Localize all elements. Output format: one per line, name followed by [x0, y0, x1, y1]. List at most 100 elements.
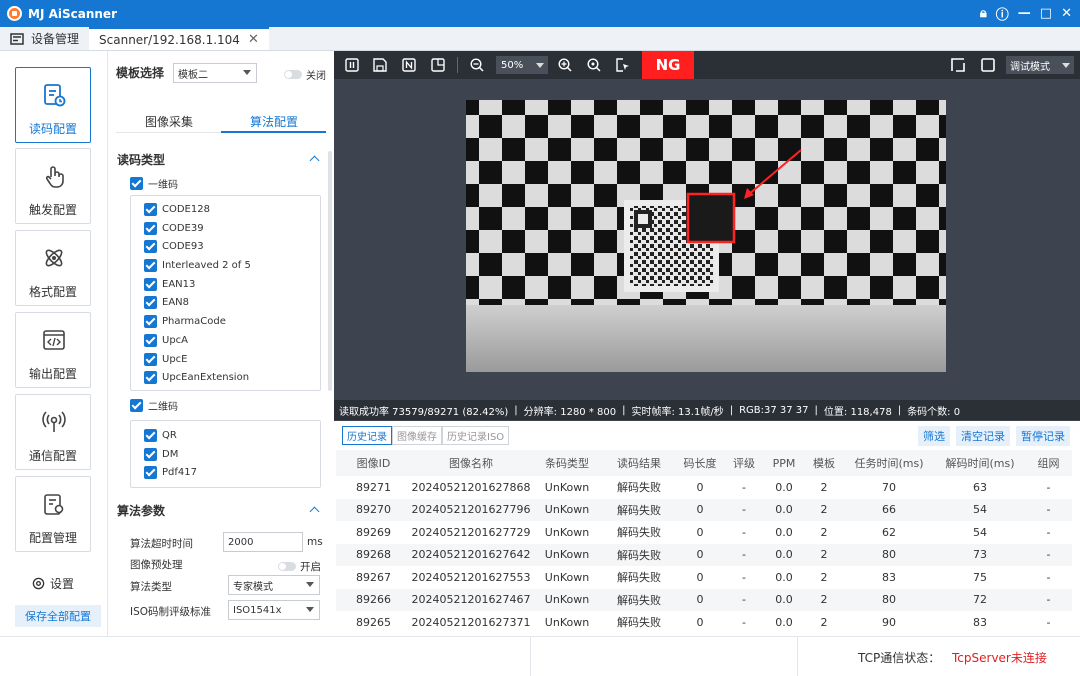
column-header[interactable]: 图像ID: [336, 450, 411, 476]
table-cell: 20240521201627796: [411, 498, 531, 521]
column-header[interactable]: 组网: [1025, 450, 1072, 476]
filter-button[interactable]: 筛选: [918, 426, 950, 446]
table-row[interactable]: 89271 20240521201627868 UnKown 解码失败 0 - 0.0 2 70…: [336, 476, 1072, 499]
tab-scanner[interactable]: Scanner/192.168.1.104 ✕: [89, 27, 269, 50]
table-row[interactable]: 89268 20240521201627642 UnKown 解码失败 0-0.0 2 80…: [336, 543, 1072, 566]
table-cell: 0.0: [775, 570, 793, 584]
iso-select[interactable]: ISO1541x: [228, 600, 320, 620]
column-header[interactable]: 条码类型: [531, 450, 603, 476]
window-icon[interactable]: [981, 58, 995, 72]
code-checkbox[interactable]: QR: [144, 429, 177, 442]
crop-icon[interactable]: [431, 58, 445, 72]
toggle-switch[interactable]: [284, 70, 302, 79]
code-checkbox[interactable]: DM: [144, 448, 178, 461]
code-checkbox[interactable]: Interleaved 2 of 5: [144, 259, 251, 272]
zoom-select[interactable]: 50%: [496, 56, 548, 74]
code-checkbox[interactable]: UpcEanExtension: [144, 371, 249, 384]
checkbox-icon[interactable]: [130, 399, 143, 412]
close-tab-icon[interactable]: ✕: [248, 32, 259, 47]
code-checkbox[interactable]: EAN8: [144, 296, 189, 309]
code-checkbox[interactable]: EAN13: [144, 278, 195, 291]
table-row[interactable]: 89266 20240521201627467 UnKown 解码失败 0-0.0 2 80…: [336, 588, 1072, 611]
code-checkbox[interactable]: CODE39: [144, 222, 204, 235]
template-toggle[interactable]: 关闭: [284, 67, 326, 82]
nav-comm-config[interactable]: 通信配置: [15, 394, 91, 470]
toggle-switch[interactable]: [278, 562, 296, 571]
table-row[interactable]: 89270 20240521201627796 UnKown 解码失败 0-0.0 2 66…: [336, 498, 1072, 521]
nav-trigger-config[interactable]: 触发配置: [15, 148, 91, 224]
checkbox-icon[interactable]: [144, 240, 157, 253]
column-header[interactable]: PPM: [763, 450, 805, 476]
algo-type-select[interactable]: 专家模式: [228, 575, 320, 595]
capture-icon[interactable]: [402, 58, 416, 72]
code-checkbox[interactable]: CODE128: [144, 203, 210, 216]
twod-checkbox[interactable]: 二维码: [130, 398, 178, 413]
mode-select[interactable]: 调试模式: [1006, 56, 1074, 74]
table-row[interactable]: 89267 20240521201627553 UnKown 解码失败 0 - 0.0 2 83…: [336, 566, 1072, 589]
column-header[interactable]: 评级: [725, 450, 763, 476]
collapse-icon[interactable]: [309, 155, 320, 166]
tab-history-iso[interactable]: 历史记录ISO: [442, 426, 510, 445]
column-header[interactable]: 模板: [805, 450, 843, 476]
template-select[interactable]: 模板二: [173, 63, 257, 83]
checkbox-icon[interactable]: [144, 371, 157, 384]
nav-output-config[interactable]: 输出配置: [15, 312, 91, 388]
collapse-icon[interactable]: [309, 506, 320, 517]
pause-icon[interactable]: [345, 58, 359, 72]
close-icon[interactable]: ✕: [1061, 6, 1072, 21]
subtab-capture[interactable]: 图像采集: [145, 113, 193, 130]
tab-device-management[interactable]: 设备管理: [0, 27, 89, 50]
code-checkbox[interactable]: CODE93: [144, 240, 204, 253]
fit-select-icon[interactable]: [616, 58, 630, 72]
checkbox-icon[interactable]: [144, 353, 157, 366]
checkbox-icon[interactable]: [144, 278, 157, 291]
column-header[interactable]: 图像名称: [411, 450, 531, 476]
table-cell: 2: [820, 525, 828, 539]
tab-history[interactable]: 历史记录: [342, 426, 392, 445]
zoom-actual-icon[interactable]: [587, 58, 601, 72]
checkbox-icon[interactable]: [144, 466, 157, 479]
save-image-icon[interactable]: [373, 58, 387, 72]
checkbox-icon[interactable]: [144, 448, 157, 461]
subtab-algorithm[interactable]: 算法配置: [250, 113, 298, 130]
tab-image-cache[interactable]: 图像缓存: [392, 426, 442, 445]
checkbox-icon[interactable]: [144, 334, 157, 347]
pause-records-button[interactable]: 暂停记录: [1016, 426, 1070, 446]
table-cell: 70: [882, 480, 896, 494]
nav-read-config[interactable]: 读码配置: [15, 67, 91, 143]
checkbox-icon[interactable]: [130, 177, 143, 190]
settings-link[interactable]: 设置: [32, 575, 74, 592]
zoom-in-icon[interactable]: [558, 58, 572, 72]
code-checkbox[interactable]: UpcA: [144, 334, 188, 347]
minimize-icon[interactable]: —: [1018, 6, 1031, 21]
code-checkbox[interactable]: UpcE: [144, 353, 187, 366]
checkbox-icon[interactable]: [144, 259, 157, 272]
table-cell: 2: [805, 498, 843, 521]
table-row[interactable]: 89269 20240521201627729 UnKown 解码失败 0 - 0.0 2 62…: [336, 521, 1072, 544]
checkbox-icon[interactable]: [144, 315, 157, 328]
checkbox-icon[interactable]: [144, 203, 157, 216]
code-checkbox[interactable]: PharmaCode: [144, 315, 226, 328]
column-header[interactable]: 任务时间(ms): [843, 450, 935, 476]
table-row[interactable]: 89265 20240521201627371 UnKown 解码失败 0 - 0.0 2 90…: [336, 611, 1072, 634]
column-header[interactable]: 读码结果: [603, 450, 675, 476]
save-all-config-button[interactable]: 保存全部配置: [15, 605, 101, 627]
oned-checkbox[interactable]: 一维码: [130, 176, 178, 191]
scrollbar[interactable]: [328, 151, 332, 391]
fullscreen-icon[interactable]: [951, 58, 965, 72]
column-header[interactable]: 码长度: [675, 450, 725, 476]
maximize-icon[interactable]: □: [1040, 6, 1052, 21]
nav-format-config[interactable]: 格式配置: [15, 230, 91, 306]
info-icon[interactable]: ⓘ: [996, 4, 1009, 23]
zoom-out-icon[interactable]: [470, 58, 484, 72]
clear-records-button[interactable]: 清空记录: [956, 426, 1010, 446]
checkbox-icon[interactable]: [144, 429, 157, 442]
column-header[interactable]: 解码时间(ms): [935, 450, 1025, 476]
nav-config-management[interactable]: 配置管理: [15, 476, 91, 552]
code-checkbox[interactable]: Pdf417: [144, 466, 197, 479]
preprocess-toggle[interactable]: 开启: [278, 559, 321, 574]
timeout-input[interactable]: 2000: [223, 532, 303, 552]
checkbox-icon[interactable]: [144, 296, 157, 309]
checkbox-icon[interactable]: [144, 222, 157, 235]
lock-icon[interactable]: 🔒︎: [980, 6, 987, 21]
